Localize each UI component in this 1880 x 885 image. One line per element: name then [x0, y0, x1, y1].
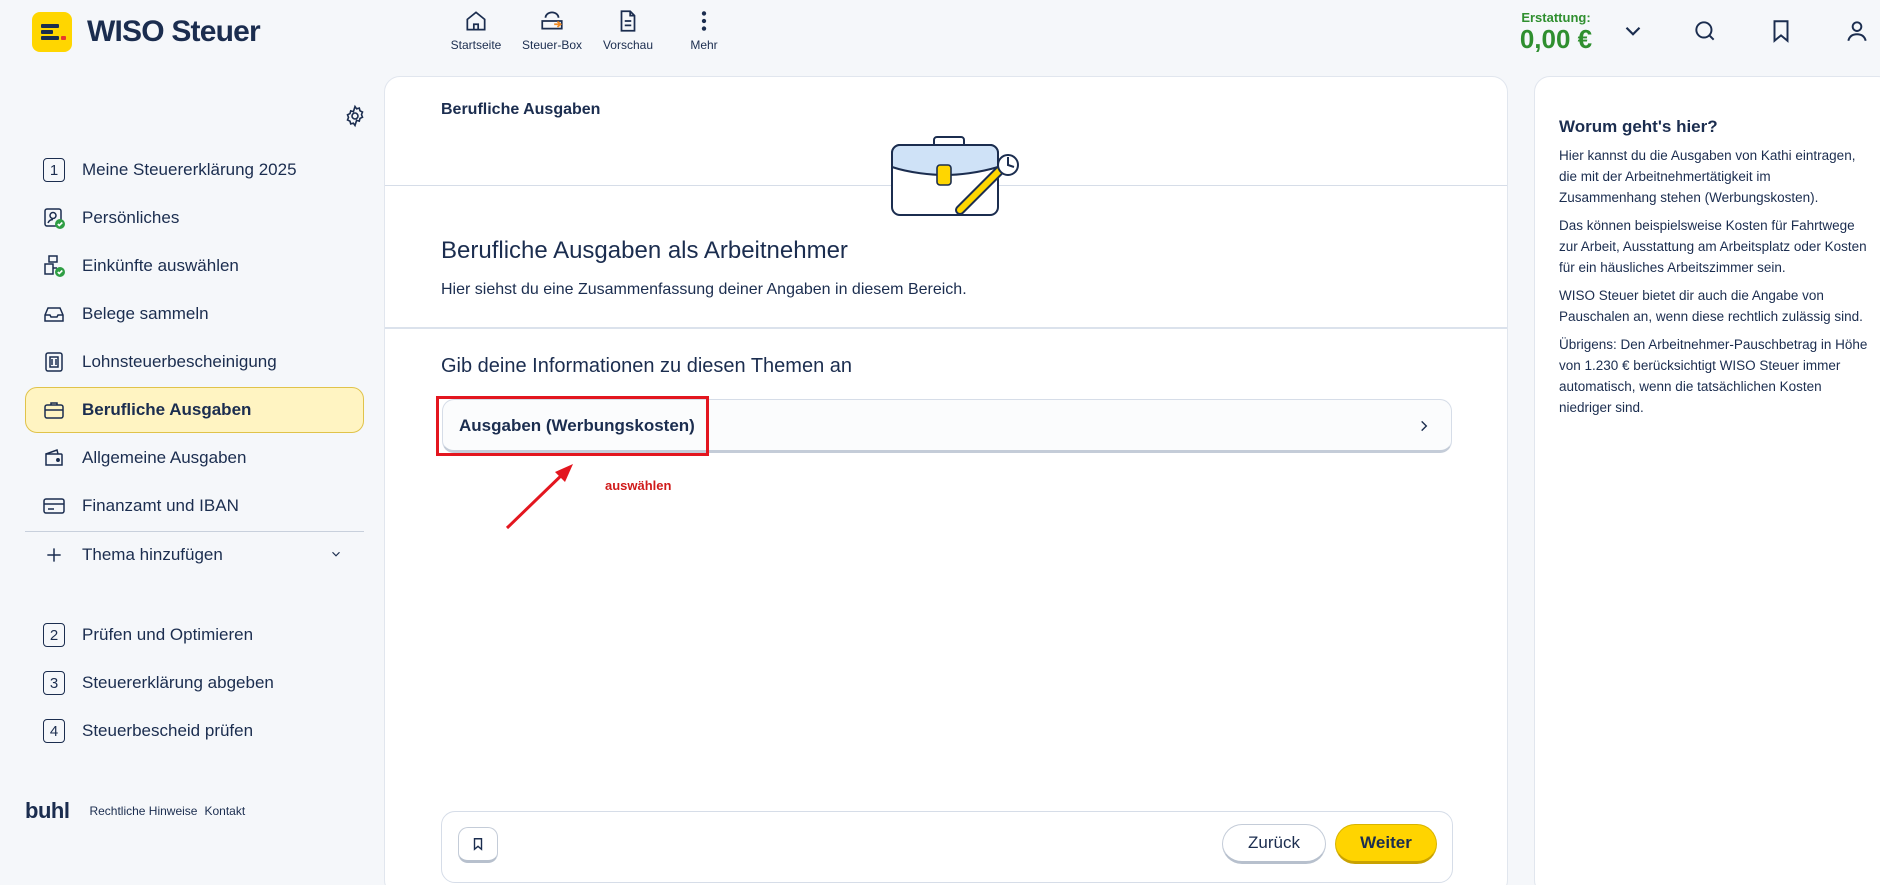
- briefcase-illustration: [891, 136, 1019, 216]
- home-icon: [466, 11, 486, 31]
- sidebar-item-label: Steuererklärung abgeben: [82, 673, 274, 692]
- bookmark-icon[interactable]: [1768, 18, 1794, 44]
- top-bar: WISO Steuer Startseite Steuer-Box Vorsch…: [0, 0, 1880, 72]
- sidebar-item-persoenliches[interactable]: Persönliches: [25, 195, 364, 241]
- user-icon[interactable]: [1844, 18, 1870, 44]
- buhl-logo: buhl: [25, 798, 70, 823]
- step-number: 4: [43, 719, 65, 743]
- sidebar-item-einkuenfte[interactable]: Einkünfte auswählen: [25, 243, 364, 289]
- refund-label: Erstattung:: [1521, 10, 1591, 25]
- nav-label: Vorschau: [602, 38, 654, 52]
- more-vertical-icon: [701, 11, 707, 31]
- help-panel: Worum geht's hier? Hier kannst du die Au…: [1534, 76, 1880, 885]
- nav-vorschau[interactable]: Vorschau: [590, 8, 666, 52]
- page-subtitle: Hier siehst du eine Zusammenfassung dein…: [441, 281, 967, 298]
- card-icon: [43, 498, 65, 514]
- briefcase-icon: [44, 402, 64, 419]
- annotation-arrow: [505, 464, 573, 530]
- document-icon: [620, 10, 636, 32]
- sidebar-item-label: Meine Steuererklärung 2025: [82, 160, 297, 179]
- sidebar-step-bescheid[interactable]: 4 Steuerbescheid prüfen: [25, 708, 364, 754]
- step-number: 1: [43, 158, 65, 182]
- plus-icon: [47, 548, 61, 562]
- sidebar-item-berufliche-ausgaben[interactable]: Berufliche Ausgaben: [25, 387, 364, 433]
- app-name: WISO Steuer: [87, 15, 261, 48]
- help-paragraph: Hier kannst du die Ausgaben von Kathi ei…: [1559, 148, 1856, 205]
- sidebar-step-abgeben[interactable]: 3 Steuererklärung abgeben: [25, 660, 364, 706]
- annotation-label: auswählen: [605, 478, 672, 493]
- section-title: Gib deine Informationen zu diesen Themen…: [441, 355, 853, 377]
- bookmark-button[interactable]: [458, 827, 498, 863]
- logo-icon: [32, 12, 72, 52]
- contact-link[interactable]: Kontakt: [204, 804, 245, 818]
- page-title: Berufliche Ausgaben als Arbeitnehmer: [441, 237, 848, 264]
- add-topic-label: Thema hinzufügen: [82, 545, 223, 564]
- nav-label: Steuer-Box: [521, 38, 583, 52]
- nav-label: Startseite: [450, 38, 502, 52]
- sidebar: 1 Meine Steuererklärung 2025 Persönliche…: [0, 72, 382, 885]
- top-navigation: Startseite Steuer-Box Vorschau Mehr: [438, 8, 742, 52]
- bookmark-icon: [473, 838, 483, 851]
- sidebar-item-label: Berufliche Ausgaben: [82, 400, 252, 419]
- nav-label: Mehr: [690, 38, 718, 52]
- sidebar-item-label: Belege sammeln: [82, 304, 209, 323]
- sidebar-item-label: Steuerbescheid prüfen: [82, 721, 254, 740]
- back-button[interactable]: Zurück: [1222, 824, 1326, 864]
- sidebar-item-label: Persönliches: [82, 208, 180, 227]
- nav-mehr[interactable]: Mehr: [666, 8, 742, 52]
- refund-display[interactable]: Erstattung: 0,00 €: [1518, 10, 1594, 53]
- sidebar-item-belege[interactable]: Belege sammeln: [25, 291, 364, 337]
- app-logo[interactable]: WISO Steuer: [32, 12, 261, 52]
- income-check-icon: [44, 255, 65, 277]
- sidebar-item-label: Lohnsteuerbescheinigung: [82, 352, 277, 371]
- nav-startseite[interactable]: Startseite: [438, 8, 514, 52]
- help-paragraph: Übrigens: Den Arbeitnehmer-Pauschbetrag …: [1559, 337, 1868, 415]
- sidebar-item-label: Prüfen und Optimieren: [82, 625, 254, 644]
- certificate-icon: [45, 352, 63, 372]
- cloud-upload-icon: [541, 11, 563, 30]
- help-title: Worum geht's hier?: [1559, 117, 1718, 136]
- chevron-down-icon: [332, 551, 340, 557]
- chevron-down-icon[interactable]: [1620, 18, 1646, 44]
- step-number: 3: [43, 671, 65, 695]
- legal-link[interactable]: Rechtliche Hinweise: [89, 804, 197, 818]
- add-topic-button[interactable]: Thema hinzufügen: [25, 532, 364, 578]
- nav-steuer-box[interactable]: Steuer-Box: [514, 8, 590, 52]
- inbox-icon: [44, 307, 64, 322]
- help-paragraph: Das können beispielsweise Kosten für Fah…: [1559, 218, 1867, 275]
- wallet-icon: [45, 449, 63, 466]
- help-paragraph: WISO Steuer bietet dir auch die Angabe v…: [1559, 288, 1863, 324]
- sidebar-item-lohnsteuer[interactable]: Lohnsteuerbescheinigung: [25, 339, 364, 385]
- gear-icon[interactable]: [343, 104, 367, 128]
- help-body: Hier kannst du die Ausgaben von Kathi ei…: [1559, 145, 1869, 425]
- bottom-action-bar: Zurück Weiter: [441, 811, 1453, 883]
- next-button[interactable]: Weiter: [1335, 824, 1437, 864]
- sidebar-item-label: Einkünfte auswählen: [82, 256, 239, 275]
- annotation-highlight-box: [436, 396, 709, 456]
- sidebar-item-steuererklaerung[interactable]: 1 Meine Steuererklärung 2025: [25, 147, 364, 193]
- sidebar-footer: buhl Rechtliche Hinweise Kontakt: [25, 798, 245, 824]
- search-icon[interactable]: [1692, 18, 1718, 44]
- breadcrumb: Berufliche Ausgaben: [441, 101, 601, 118]
- refund-value: 0,00 €: [1519, 24, 1593, 54]
- sidebar-item-allgemeine-ausgaben[interactable]: Allgemeine Ausgaben: [25, 435, 364, 481]
- main-panel: Berufliche Ausgaben Berufliche Ausgaben …: [384, 76, 1508, 885]
- section-divider: [385, 327, 1507, 329]
- sidebar-item-label: Finanzamt und IBAN: [82, 496, 239, 515]
- person-check-icon: [44, 208, 65, 229]
- chevron-right-icon: [1421, 420, 1428, 432]
- sidebar-step-pruefen[interactable]: 2 Prüfen und Optimieren: [25, 612, 364, 658]
- step-number: 2: [43, 623, 65, 647]
- sidebar-item-label: Allgemeine Ausgaben: [82, 448, 247, 467]
- sidebar-item-finanzamt[interactable]: Finanzamt und IBAN: [25, 483, 364, 529]
